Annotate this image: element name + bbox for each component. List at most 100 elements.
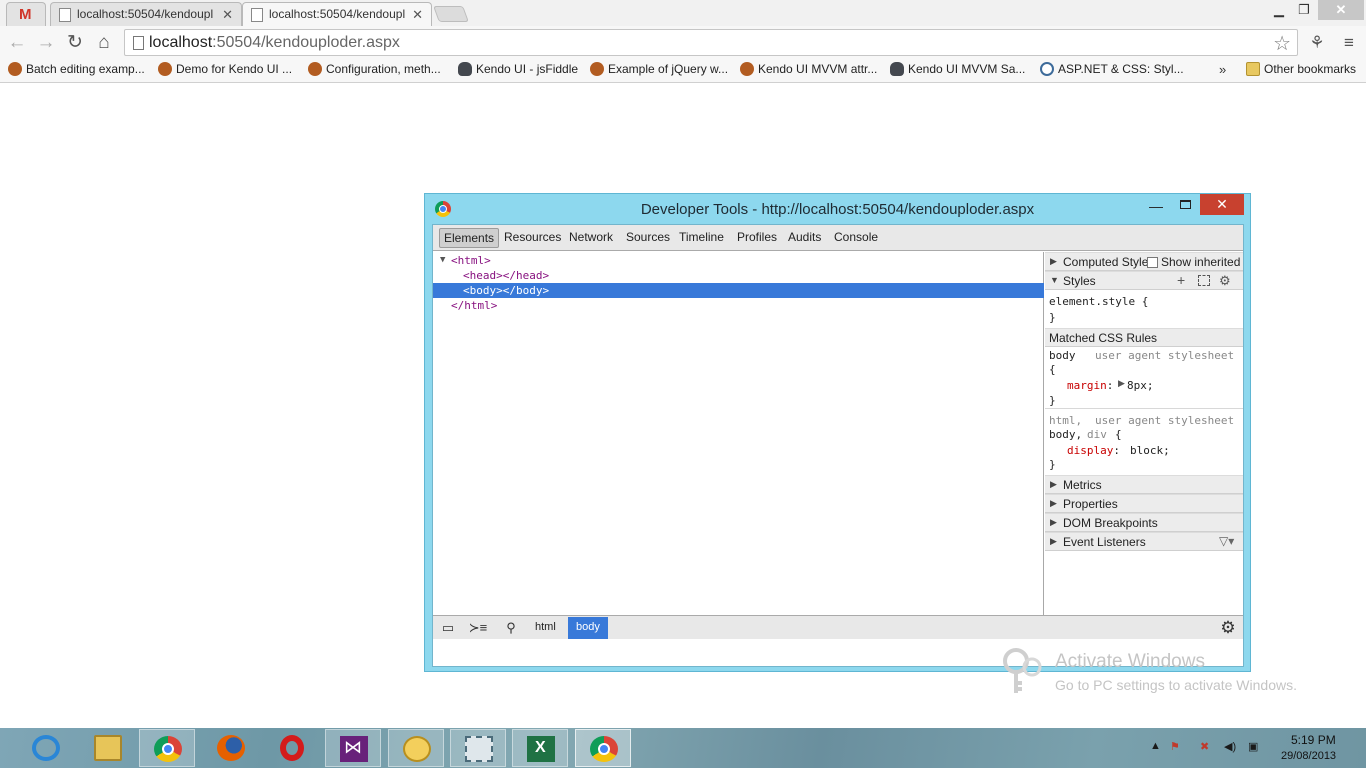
tab-localhost-1[interactable]: localhost:50504/kendoupl ✕ [50,2,242,26]
collapse-triangle-icon[interactable]: ▼ [440,253,445,268]
tab-elements[interactable]: Elements [439,228,500,248]
close-brace: } [1049,458,1056,471]
filter-icon[interactable]: ▽▾ [1219,534,1234,548]
devtools-titlebar[interactable]: Developer Tools - http://localhost:50504… [425,194,1250,224]
clock-date[interactable]: 29/08/2013 [1281,750,1336,762]
close-brace: } [1049,311,1056,324]
bookmark-item[interactable]: Batch editing examp... [6,62,145,76]
dom-breakpoints-header[interactable]: ▶ DOM Breakpoints [1045,513,1243,532]
dom-node-html-close[interactable]: </html> [433,298,1044,313]
rule2-open-brace: { [1115,428,1122,441]
other-bookmarks[interactable]: Other bookmarks [1244,62,1356,76]
rule1-property[interactable]: margin: [1067,379,1113,392]
home-icon[interactable]: ⌂ [93,32,115,54]
close-icon[interactable]: ✕ [1200,194,1244,215]
computed-style-header[interactable]: ▶ Computed Style Show inherited [1045,252,1243,271]
dom-node-html[interactable]: ▼ <html> [433,253,1044,268]
rule2-property[interactable]: display: [1067,444,1120,457]
taskbar: ▲ ⚑ ✖ ◀) ▣ 5:19 PM 29/08/2013 [0,728,1366,768]
close-tab-icon[interactable]: ✕ [412,7,423,23]
network-warning-icon[interactable]: ✖ [1200,740,1209,753]
internet-explorer-icon [32,735,60,761]
extension-icon[interactable]: ⚘ [1306,32,1328,54]
rule1-open-brace: { [1049,363,1056,376]
volume-icon[interactable]: ◀) [1224,740,1236,753]
taskbar-chrome-active[interactable] [575,729,631,767]
element-state-icon[interactable] [1198,275,1210,286]
taskbar-opera[interactable] [264,729,320,767]
breadcrumb-html[interactable]: html [527,617,564,639]
forward-icon[interactable]: → [35,32,57,54]
properties-header[interactable]: ▶ Properties [1045,494,1243,513]
breadcrumb-body[interactable]: body [568,617,608,639]
reload-icon[interactable]: ↻ [64,32,86,54]
taskbar-snipping-tool[interactable] [450,729,506,767]
show-hidden-icons[interactable]: ▲ [1150,740,1161,752]
taskbar-internet-explorer[interactable] [18,729,74,767]
page-icon [59,8,71,22]
firefox-icon [217,735,245,761]
bookmark-item[interactable]: Kendo UI - jsFiddle [456,62,578,76]
metrics-header[interactable]: ▶ Metrics [1045,475,1243,494]
close-window-button[interactable]: ✕ [1318,0,1364,20]
dom-node-head[interactable]: <head></head> [433,268,1044,283]
minimize-icon[interactable]: ▁ [1268,0,1290,20]
console-drawer-icon[interactable]: ≻≡ [466,619,490,637]
bookmark-item[interactable]: Kendo UI MVVM attr... [738,62,877,76]
taskbar-visual-studio[interactable] [325,729,381,767]
show-inherited-checkbox[interactable] [1147,257,1158,268]
taskbar-excel[interactable] [512,729,568,767]
close-tab-icon[interactable]: ✕ [222,7,233,23]
event-listeners-header[interactable]: ▶ Event Listeners ▽▾ [1045,532,1243,551]
back-icon[interactable]: ← [6,32,28,54]
expand-triangle-icon[interactable]: ▶ [1118,378,1125,389]
styles-header[interactable]: ▼ Styles + ⚙ [1045,271,1243,290]
address-bar[interactable]: localhost:50504/kendouploder.aspx ☆ [124,29,1298,56]
bookmark-item[interactable]: Kendo UI MVVM Sa... [888,62,1025,76]
bookmark-item[interactable]: ASP.NET & CSS: Styl... [1038,62,1184,76]
tab-sources[interactable]: Sources [626,230,670,244]
tab-resources[interactable]: Resources [504,230,561,244]
snipping-tool-icon [465,736,493,762]
expand-triangle-icon: ▶ [1050,498,1057,508]
bookmarks-overflow-button[interactable]: » [1219,62,1226,77]
minimize-icon[interactable]: — [1149,198,1163,214]
taskbar-chrome[interactable] [139,729,195,767]
tab-console[interactable]: Console [834,230,878,244]
chrome-icon [590,736,618,762]
tab-localhost-2[interactable]: localhost:50504/kendoupl ✕ [242,2,432,26]
outlook-icon [403,736,431,762]
settings-gear-icon[interactable]: ⚙ [1216,619,1240,637]
devtools-title: Developer Tools - http://localhost:50504… [640,201,1035,218]
flag-icon[interactable]: ⚑ [1170,740,1180,753]
action-center-icon[interactable]: ▣ [1248,740,1258,753]
watermark-title: Activate Windows [1055,651,1205,672]
tab-gmail[interactable]: M [6,2,46,26]
folder-icon [94,735,122,761]
menu-icon[interactable]: ≡ [1338,32,1360,54]
clock-time[interactable]: 5:19 PM [1291,733,1336,747]
tab-audits[interactable]: Audits [788,230,821,244]
taskbar-file-explorer[interactable] [80,729,136,767]
taskbar-firefox[interactable] [203,729,259,767]
taskbar-outlook[interactable] [388,729,444,767]
tab-profiles[interactable]: Profiles [737,230,777,244]
bookmark-item[interactable]: Configuration, meth... [306,62,441,76]
bookmark-star-icon[interactable]: ☆ [1273,31,1291,56]
rule1-value[interactable]: 8px; [1127,379,1154,392]
tab-network[interactable]: Network [569,230,613,244]
add-rule-icon[interactable]: + [1177,272,1185,288]
bookmark-item[interactable]: Example of jQuery w... [588,62,728,76]
activate-windows-watermark: Activate Windows Go to PC settings to ac… [1002,645,1332,695]
maximize-icon[interactable] [1180,200,1191,209]
tab-timeline[interactable]: Timeline [679,230,724,244]
expand-triangle-icon: ▶ [1050,536,1057,546]
gear-icon[interactable]: ⚙ [1219,273,1231,289]
restore-icon[interactable]: ❐ [1293,0,1315,20]
dom-node-body[interactable]: <body></body> [433,283,1044,298]
rule2-value[interactable]: block; [1130,444,1170,457]
search-icon[interactable]: ⚲ [499,619,523,637]
dock-icon[interactable]: ▭ [436,619,460,637]
new-tab-button[interactable] [433,6,469,22]
bookmark-item[interactable]: Demo for Kendo UI ... [156,62,292,76]
